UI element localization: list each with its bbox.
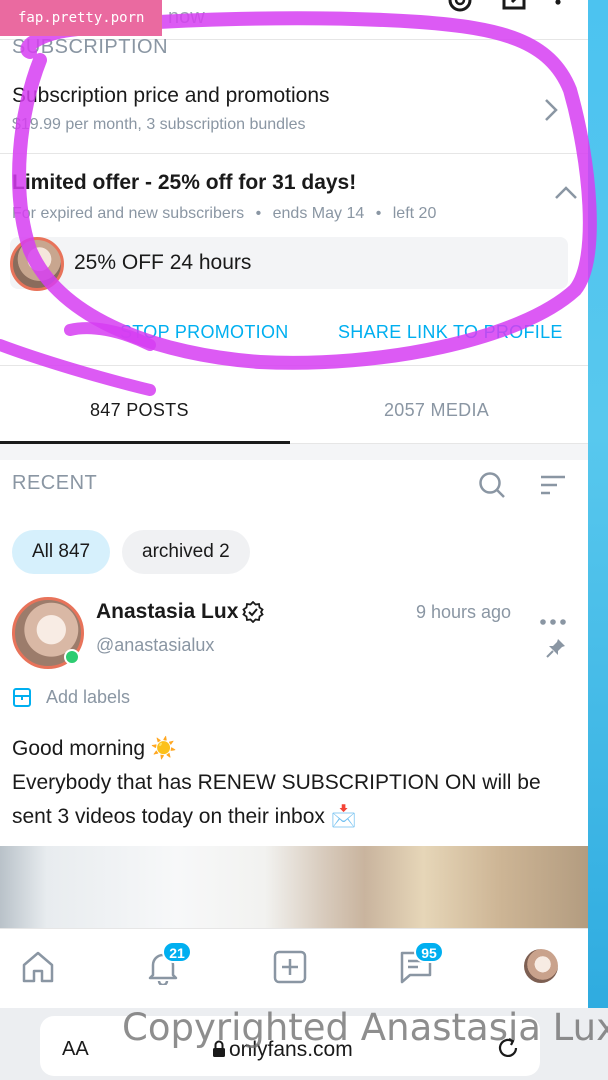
notifications-badge: 21 (162, 941, 192, 963)
subscription-details: $19.99 per month, 3 subscription bundles (12, 116, 306, 133)
recent-label: RECENT (12, 472, 98, 494)
subscription-title: Subscription price and promotions (12, 84, 330, 107)
tab-posts[interactable]: 847 POSTS (90, 400, 189, 421)
sort-icon[interactable] (540, 474, 566, 501)
add-post-icon[interactable] (272, 949, 308, 990)
post-text: Good morning ☀️ Everybody that has RENEW… (12, 732, 582, 834)
add-labels-button[interactable]: Add labels (12, 686, 130, 713)
offer-title: Limited offer - 25% off for 31 days! (12, 171, 357, 194)
filter-chip-all[interactable]: All 847 (12, 530, 111, 574)
background-strip (588, 0, 608, 1080)
post-text-line: Good morning ☀️ (12, 737, 178, 760)
offer-left: left 20 (392, 205, 437, 222)
promo-label: 25% OFF 24 hours (74, 251, 252, 274)
share-icon[interactable] (500, 0, 528, 18)
subscription-row[interactable]: Subscription price and promotions $19.99… (0, 70, 588, 154)
tab-media[interactable]: 2057 MEDIA (384, 400, 489, 421)
search-icon[interactable] (478, 471, 506, 504)
subscription-section-label: SUBSCRIPTION (12, 36, 169, 58)
bottom-nav: 21 95 (0, 928, 588, 1008)
divider (0, 365, 588, 366)
section-gap (0, 444, 588, 460)
chevron-up-icon[interactable] (554, 186, 578, 205)
promo-box[interactable]: 25% OFF 24 hours (10, 237, 568, 291)
online-status-dot (64, 649, 80, 665)
more-menu-icon[interactable] (552, 0, 580, 18)
profile-avatar[interactable] (524, 949, 558, 983)
post-options-icon[interactable] (540, 612, 566, 630)
label-icon (12, 688, 32, 712)
share-link-button[interactable]: SHARE LINK TO PROFILE (338, 322, 563, 343)
stop-promotion-button[interactable]: STOP PROMOTION (120, 322, 289, 343)
post-text-line: Everybody that has RENEW SUBSCRIPTION ON… (12, 771, 541, 828)
home-icon[interactable] (20, 949, 56, 990)
pin-icon[interactable] (546, 638, 566, 663)
offer-separator: • (375, 205, 382, 222)
site-watermark: fap.pretty.porn (0, 0, 162, 36)
post-author-handle[interactable]: @anastasialux (96, 635, 214, 656)
offer-separator: • (255, 205, 262, 222)
text-size-button[interactable]: AA (62, 1038, 89, 1061)
offer-meta: For expired and new subscribers • ends M… (12, 205, 436, 223)
post-media-image[interactable] (0, 846, 588, 928)
add-labels-text: Add labels (46, 687, 131, 707)
chevron-right-icon (544, 98, 558, 127)
messages-badge: 95 (414, 941, 444, 963)
post-author-name[interactable]: Anastasia Lux (96, 600, 238, 624)
post-timestamp: 9 hours ago (416, 602, 512, 622)
offer-audience: For expired and new subscribers (12, 205, 245, 222)
settings-icon[interactable] (446, 0, 474, 18)
verified-icon (242, 600, 264, 628)
top-partial-text: now (168, 6, 205, 28)
offer-ends: ends May 14 (272, 205, 365, 222)
promo-avatar (10, 237, 64, 291)
filter-chip-archived[interactable]: archived 2 (122, 530, 250, 574)
copyright-watermark: Copyrighted Anastasia Lux (122, 1006, 608, 1049)
